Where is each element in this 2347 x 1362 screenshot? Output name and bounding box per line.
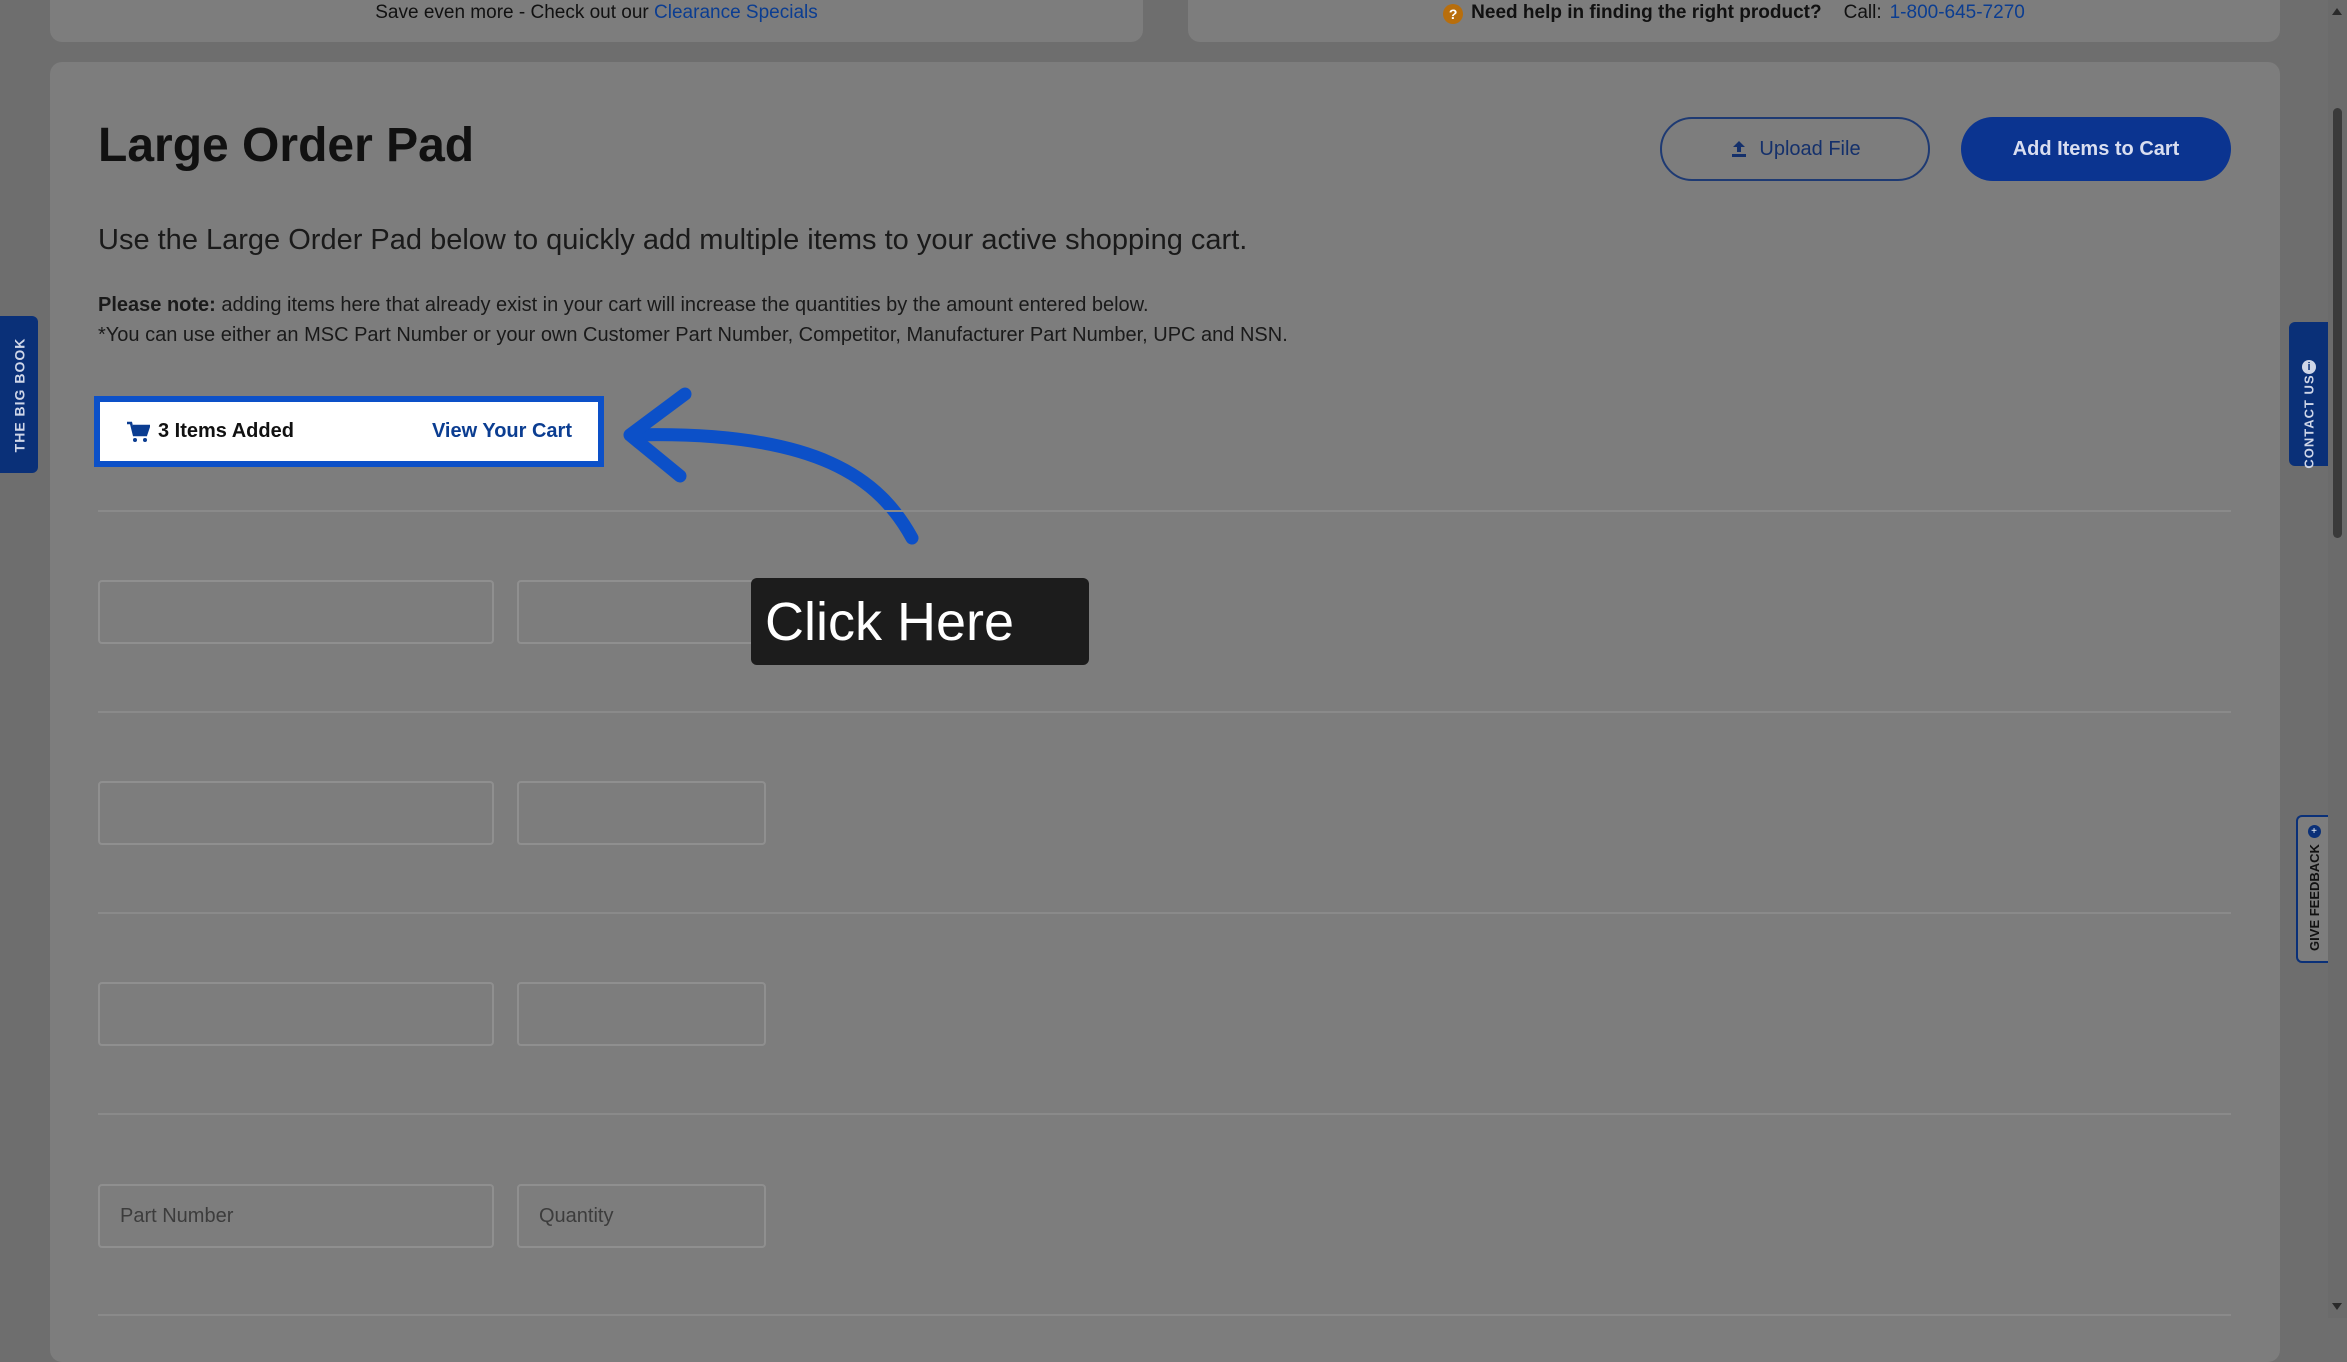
quantity-input[interactable] xyxy=(517,580,766,644)
give-feedback-label: GIVE FEEDBACK xyxy=(2306,844,2322,951)
items-added-count: 3 Items Added xyxy=(158,420,294,442)
note-text: Please note: adding items here that alre… xyxy=(98,290,1288,350)
add-items-to-cart-button[interactable]: Add Items to Cart xyxy=(1961,117,2231,181)
scroll-thumb[interactable] xyxy=(2333,108,2342,538)
quantity-input[interactable] xyxy=(517,1184,766,1248)
upload-file-button[interactable]: Upload File xyxy=(1660,117,1930,181)
part-number-input[interactable] xyxy=(98,1184,494,1248)
view-your-cart-link[interactable]: View Your Cart xyxy=(432,420,572,443)
click-here-tooltip: Click Here xyxy=(751,578,1089,665)
scroll-up-icon[interactable] xyxy=(2332,8,2342,15)
scroll-down-icon[interactable] xyxy=(2332,1303,2342,1310)
row-divider xyxy=(98,912,2231,914)
call-label: Call: xyxy=(1843,2,1882,23)
part-number-input[interactable] xyxy=(98,580,494,644)
help-text: Need help in finding the right product? xyxy=(1471,2,1822,23)
upload-icon xyxy=(1732,141,1747,157)
feedback-plus-icon: + xyxy=(2307,825,2321,838)
upload-file-label: Upload File xyxy=(1759,137,1861,160)
quantity-input[interactable] xyxy=(517,781,766,845)
intro-text: Use the Large Order Pad below to quickly… xyxy=(98,224,1248,256)
row-divider xyxy=(98,1113,2231,1115)
contact-us-label: CONTACT US xyxy=(2301,373,2317,469)
clearance-banner: Save even more - Check out our Clearance… xyxy=(50,0,1143,42)
cart-notification: 3 Items Added View Your Cart xyxy=(94,396,604,467)
note-label: Please note: xyxy=(98,294,216,316)
help-banner: ? Need help in finding the right product… xyxy=(1188,0,2280,42)
clearance-banner-text: Save even more - Check out our xyxy=(375,2,649,23)
page-scrollbar[interactable] xyxy=(2328,0,2347,1318)
phone-link[interactable]: 1-800-645-7270 xyxy=(1890,2,2025,24)
contact-us-tab[interactable]: i CONTACT US xyxy=(2289,322,2329,469)
row-divider xyxy=(98,711,2231,713)
give-feedback-tab[interactable]: + GIVE FEEDBACK xyxy=(2296,815,2330,963)
cart-icon xyxy=(127,421,150,442)
row-divider xyxy=(98,510,2231,512)
note-line-2: *You can use either an MSC Part Number o… xyxy=(98,324,1288,346)
part-number-input[interactable] xyxy=(98,982,494,1046)
big-book-tab[interactable]: THE BIG BOOK xyxy=(0,316,38,473)
page-title: Large Order Pad xyxy=(98,119,475,172)
row-divider xyxy=(98,1314,2231,1316)
info-icon: i xyxy=(2302,359,2316,374)
big-book-label: THE BIG BOOK xyxy=(11,337,28,452)
note-body: adding items here that already exist in … xyxy=(221,294,1149,316)
question-icon: ? xyxy=(1443,4,1464,24)
clearance-specials-link[interactable]: Clearance Specials xyxy=(654,2,818,24)
part-number-input[interactable] xyxy=(98,781,494,845)
quantity-input[interactable] xyxy=(517,982,766,1046)
pointer-arrow-icon xyxy=(623,387,919,545)
